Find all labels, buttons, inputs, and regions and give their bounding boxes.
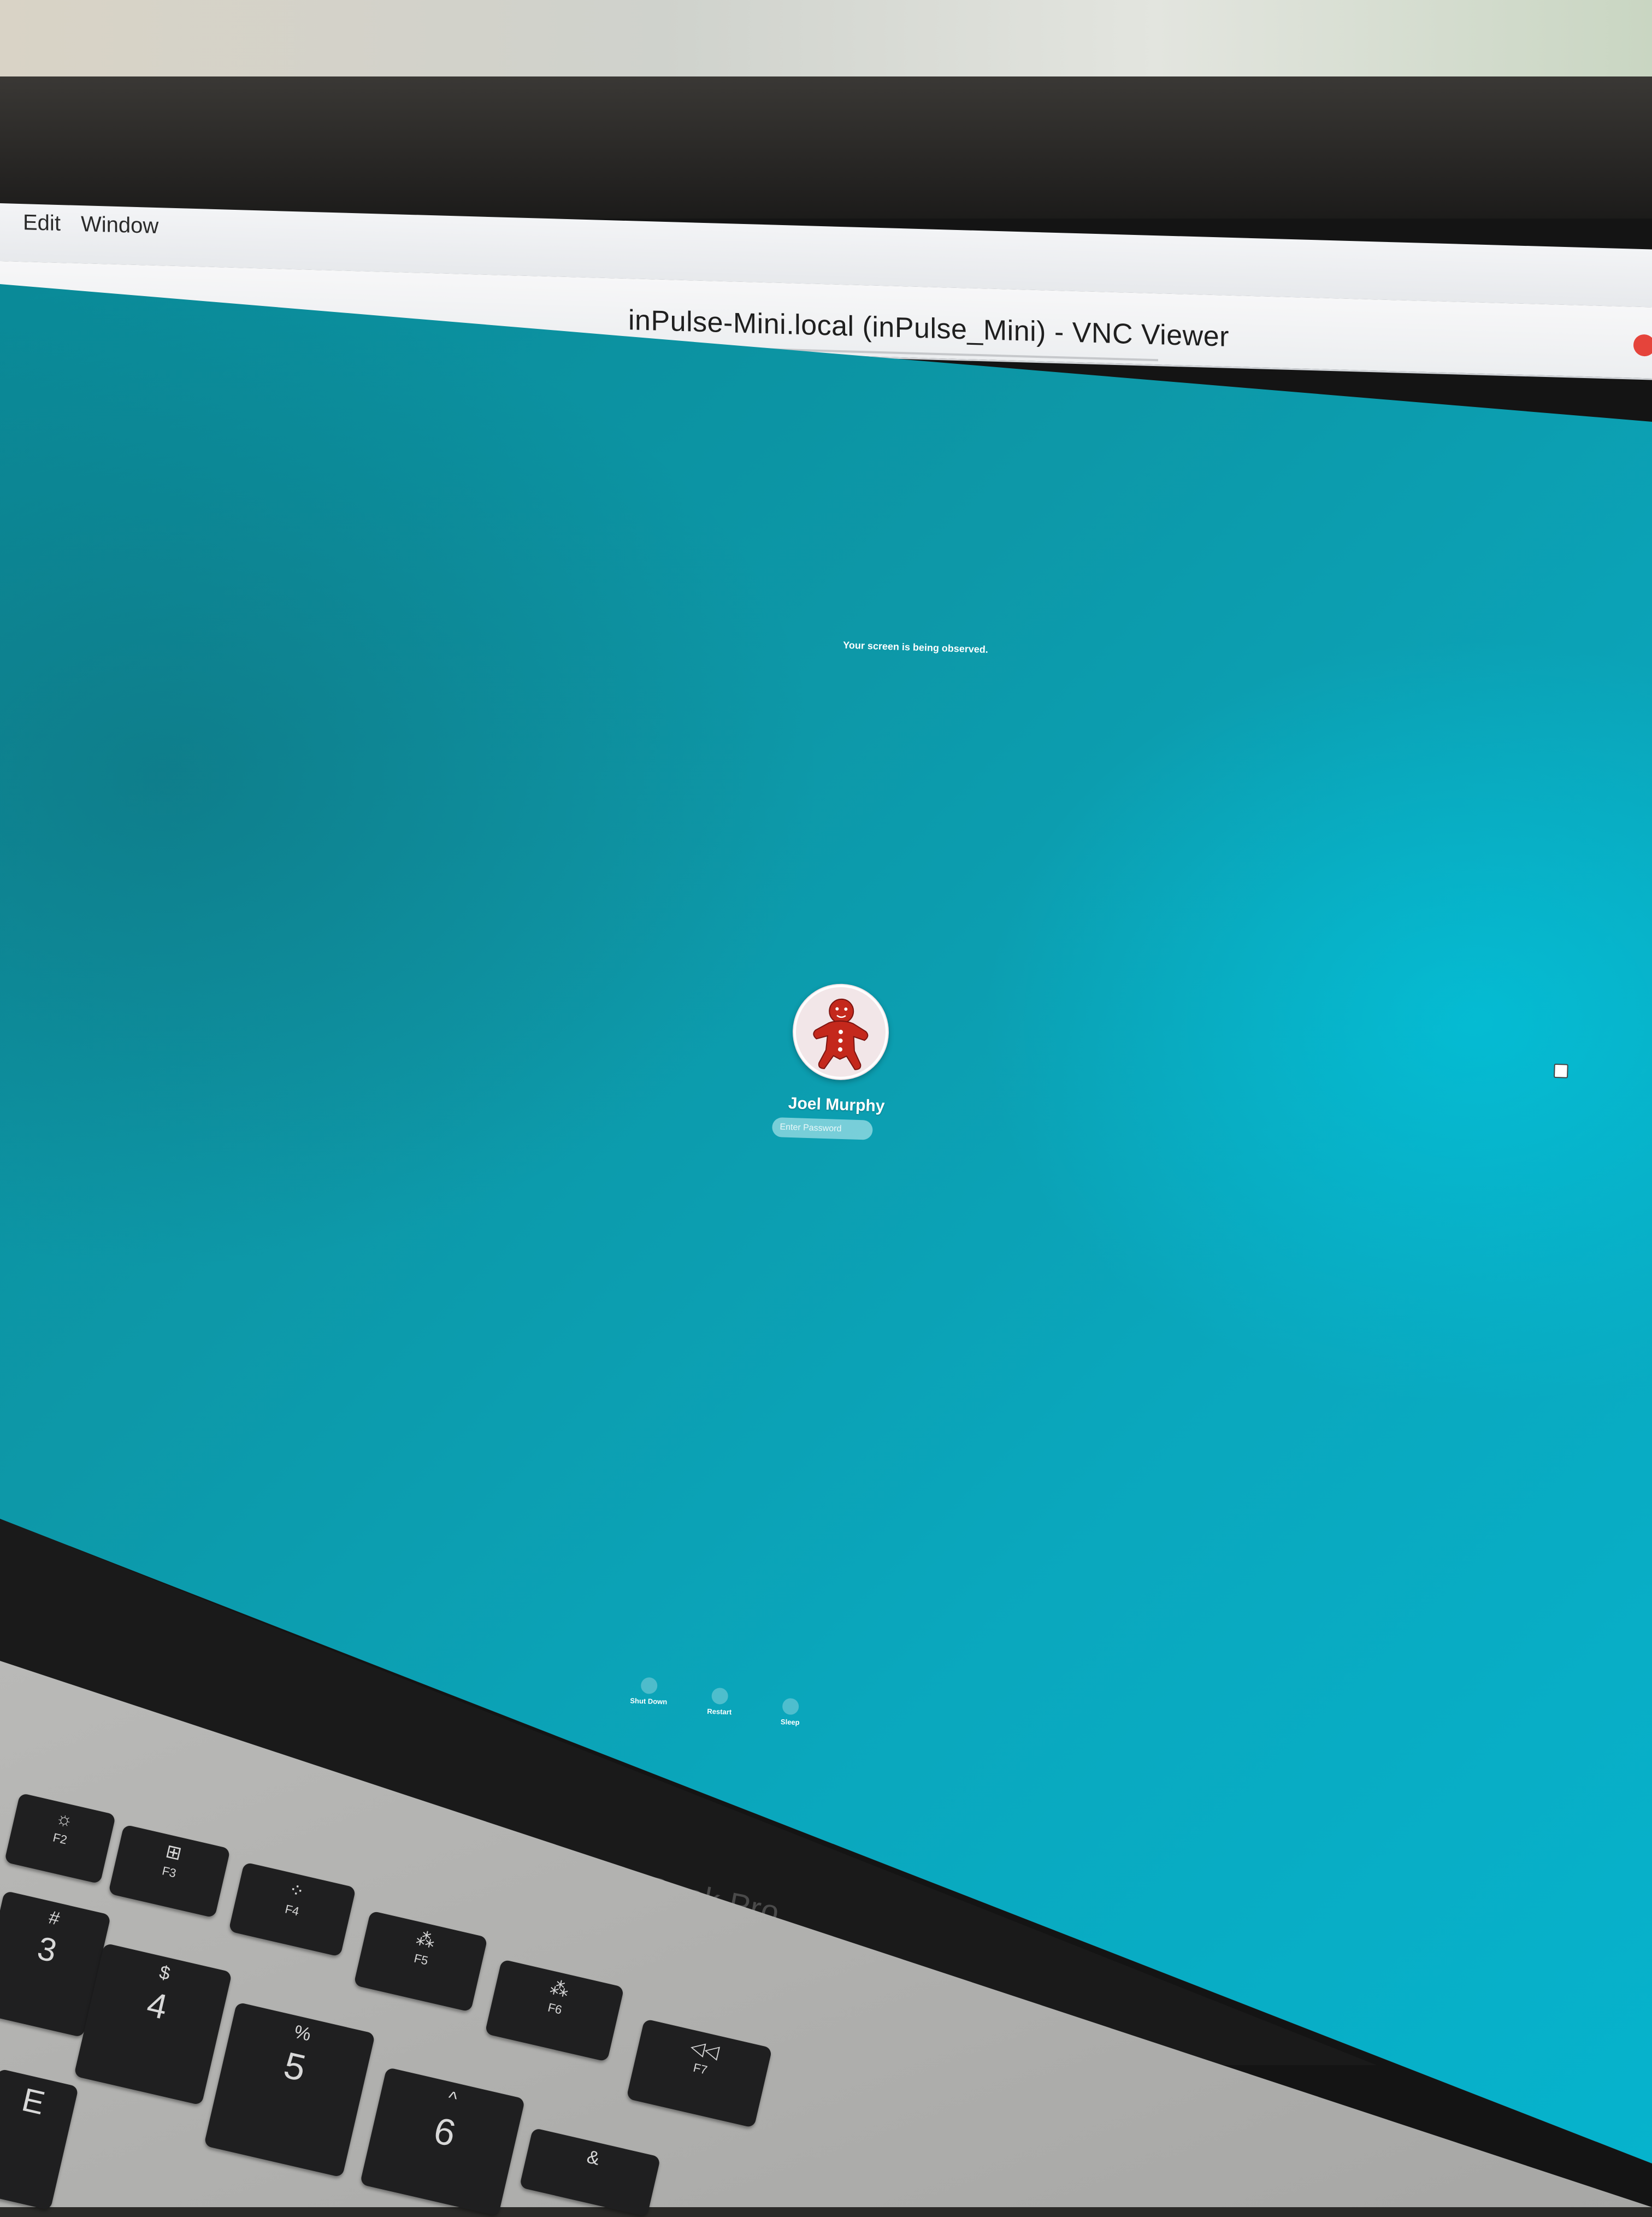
photo-scene: Edit Window inPulse-Mini.local (inPulse_… <box>0 0 1652 2217</box>
key-f5: ⁂ F5 <box>353 1911 488 2012</box>
key-f3: ⊞ F3 <box>108 1824 231 1918</box>
key-6: ^ 6 <box>359 2067 526 2216</box>
keyboard: ☼ F2 ⊞ F3 ⁘ F4 ⁂ F5 ⁂ F6 ◁◁ F7 # 3 $ 4 %… <box>0 0 1652 2217</box>
key-e: E <box>0 2068 79 2210</box>
key-f7: ◁◁ F7 <box>626 2018 772 2128</box>
key-f4: ⁘ F4 <box>228 1862 356 1957</box>
key-5: % 5 <box>203 2002 376 2178</box>
key-f6: ⁂ F6 <box>485 1959 624 2062</box>
key-f2: ☼ F2 <box>4 1793 116 1884</box>
